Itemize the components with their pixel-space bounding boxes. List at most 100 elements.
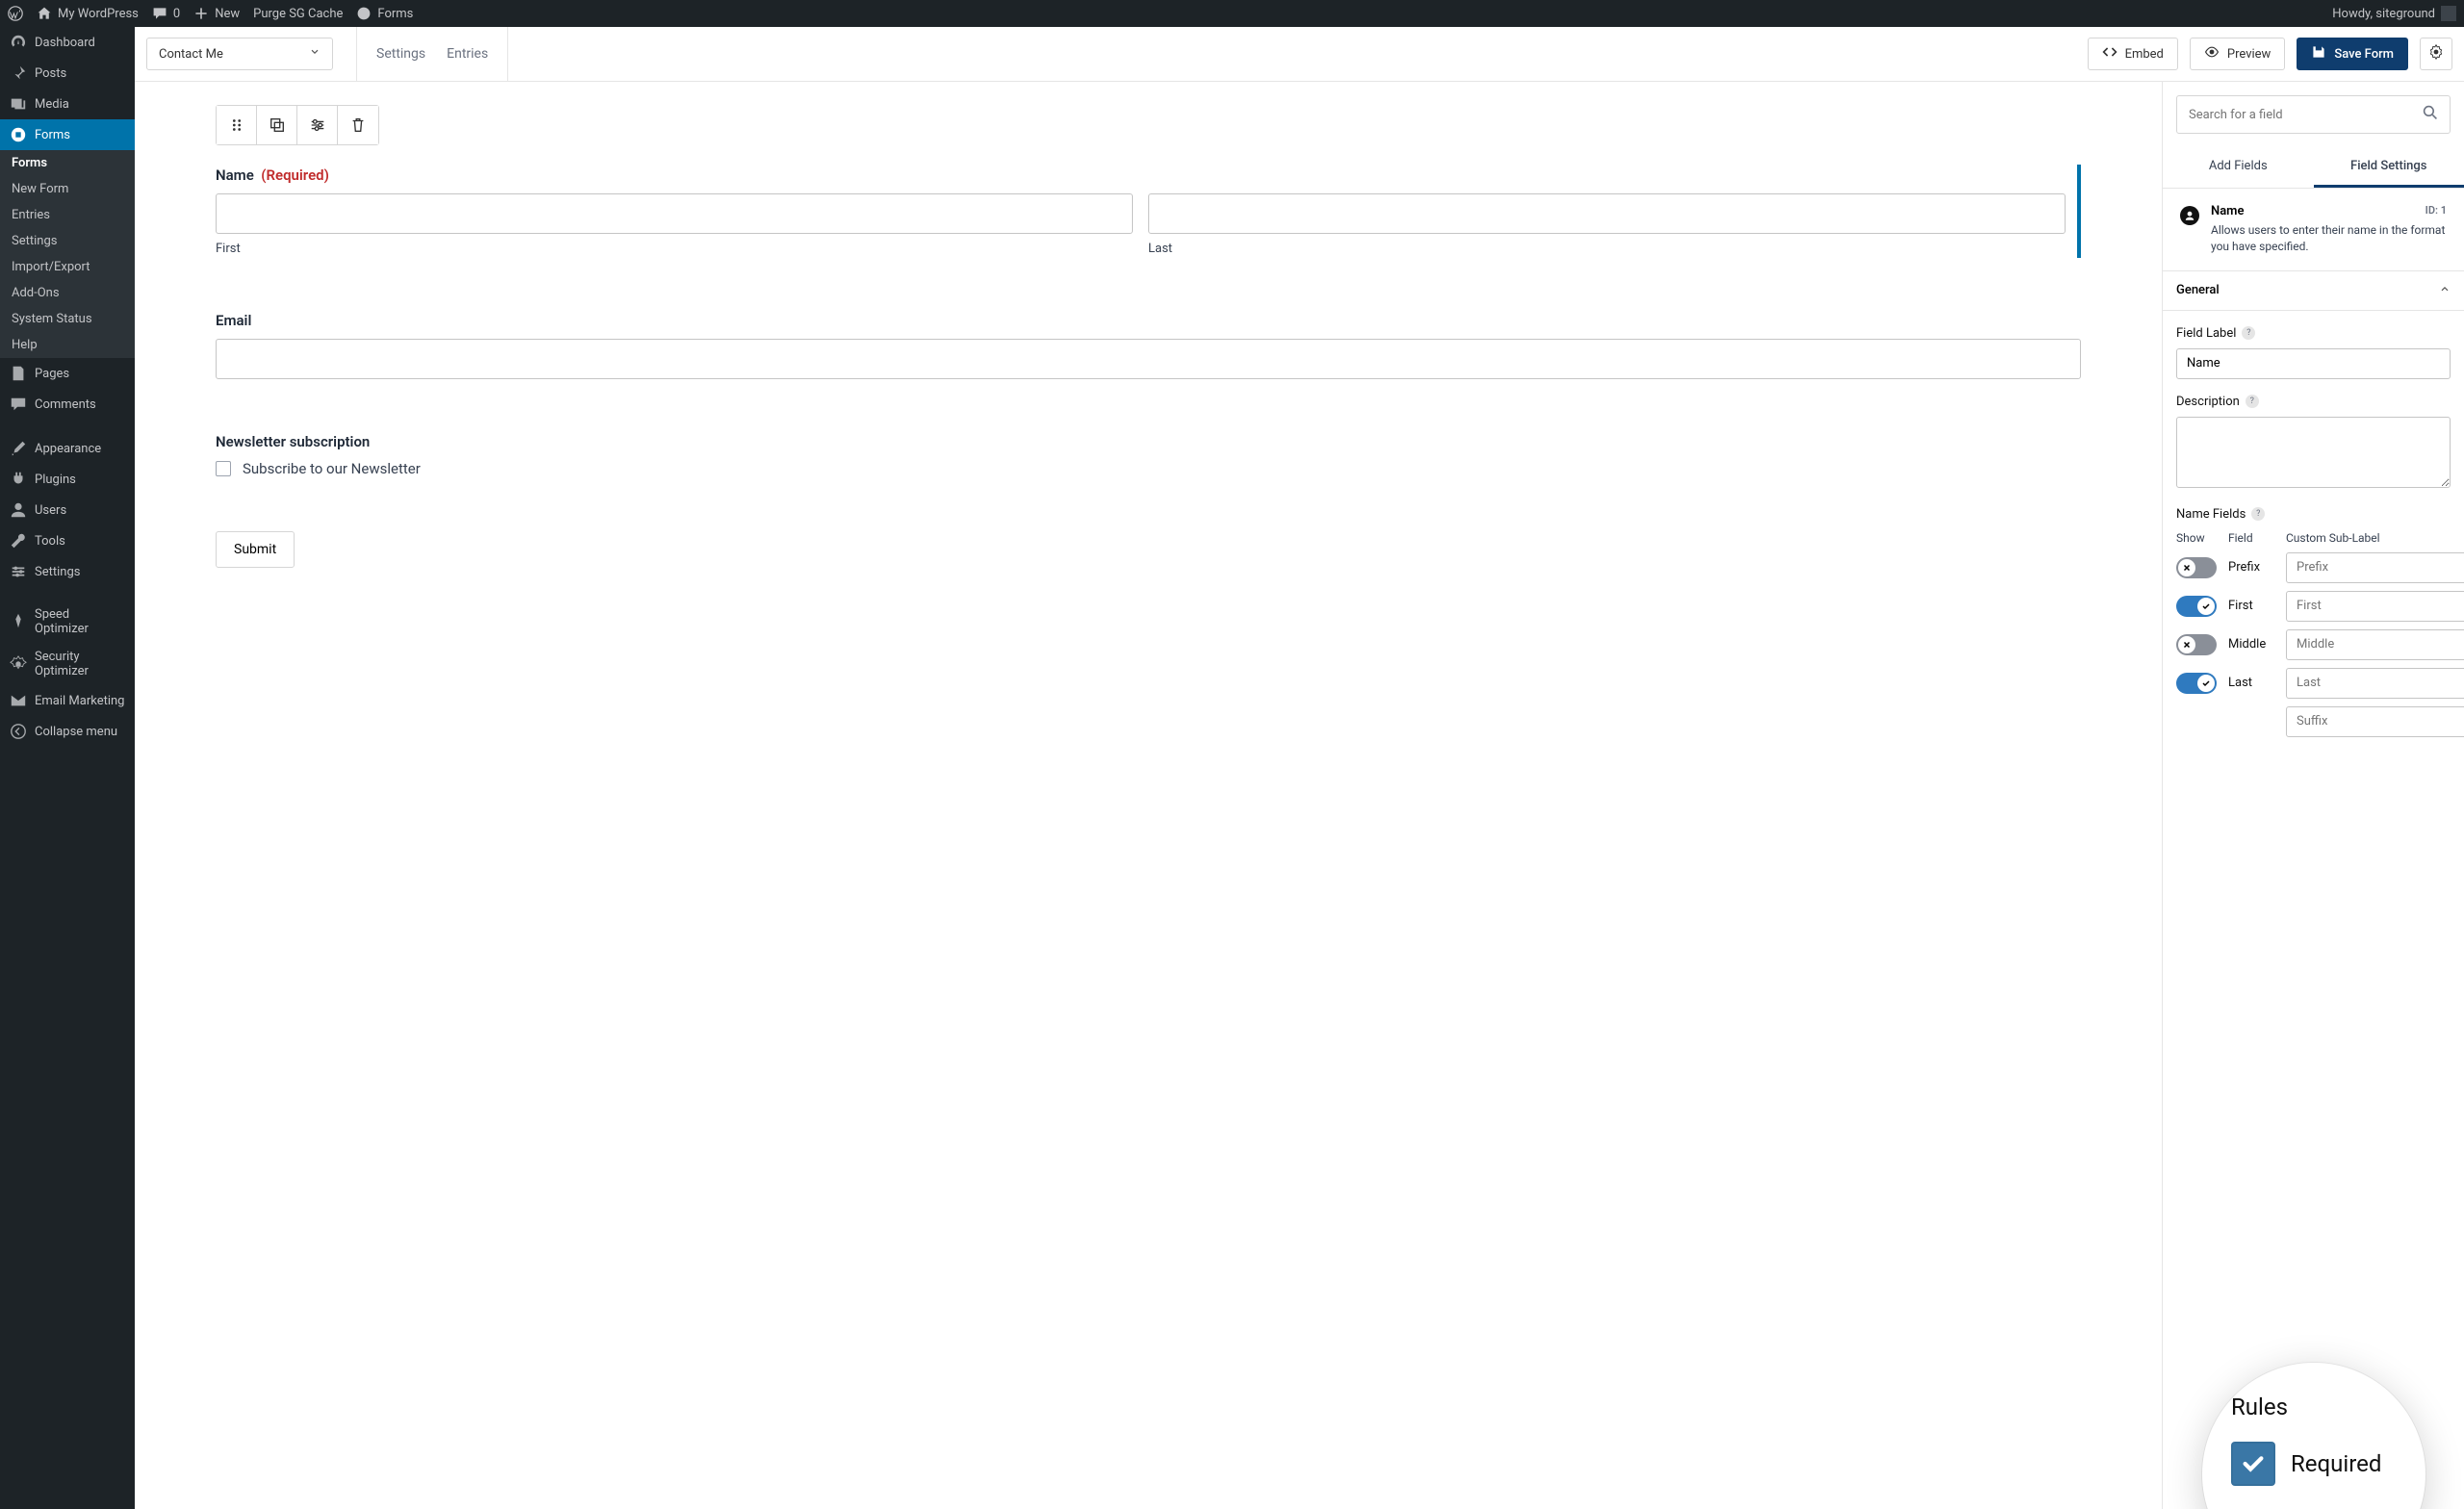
submenu-forms[interactable]: Forms	[0, 150, 135, 176]
media-icon	[10, 95, 27, 113]
settings-gear-button[interactable]	[2420, 38, 2452, 70]
help-icon[interactable]: ?	[2246, 395, 2259, 408]
brush-icon	[10, 440, 27, 457]
field-email[interactable]: Email	[216, 312, 2081, 379]
field-label-input[interactable]	[2176, 348, 2451, 379]
sliders-icon	[10, 563, 27, 580]
menu-settings[interactable]: Settings	[0, 556, 135, 587]
help-icon[interactable]: ?	[2242, 326, 2255, 340]
last-sublabel-input[interactable]	[2286, 668, 2464, 699]
menu-appearance[interactable]: Appearance	[0, 433, 135, 464]
drag-handle-button[interactable]	[217, 106, 257, 144]
submenu-system-status[interactable]: System Status	[0, 306, 135, 332]
comments-icon	[10, 396, 27, 413]
forms-link[interactable]: Forms	[356, 6, 413, 21]
menu-users[interactable]: Users	[0, 495, 135, 525]
rocket-icon	[10, 613, 27, 630]
help-icon[interactable]: ?	[2251, 507, 2265, 521]
last-name-input[interactable]	[1148, 193, 2066, 234]
wrench-icon	[10, 532, 27, 550]
collapse-icon	[10, 723, 27, 740]
field-newsletter[interactable]: Newsletter subscription Subscribe to our…	[216, 433, 2081, 477]
field-search-input[interactable]	[2189, 108, 2413, 122]
submenu-add-ons[interactable]: Add-Ons	[0, 280, 135, 306]
prefix-sublabel-input[interactable]	[2286, 552, 2464, 583]
menu-plugins[interactable]: Plugins	[0, 464, 135, 495]
site-name-link[interactable]: My WordPress	[37, 6, 139, 21]
field-settings-button[interactable]	[297, 106, 338, 144]
first-sublabel-input[interactable]	[2286, 591, 2464, 622]
gear-icon	[2428, 44, 2444, 64]
first-name-input[interactable]	[216, 193, 1133, 234]
field-id-badge: ID: 1	[2426, 204, 2447, 217]
menu-tools[interactable]: Tools	[0, 525, 135, 556]
field-search[interactable]	[2176, 95, 2451, 134]
submenu-entries[interactable]: Entries	[0, 202, 135, 228]
menu-dashboard[interactable]: Dashboard	[0, 27, 135, 58]
submit-button[interactable]: Submit	[216, 531, 295, 568]
admin-sidebar: Dashboard Posts Media Forms Forms New Fo…	[0, 27, 135, 1509]
middle-sublabel-input[interactable]	[2286, 629, 2464, 660]
main-content: Contact Me Settings Entries Embed Previe…	[135, 27, 2464, 1509]
newsletter-option[interactable]: Subscribe to our Newsletter	[216, 460, 2081, 477]
section-general[interactable]: General	[2163, 271, 2464, 311]
embed-button[interactable]: Embed	[2088, 38, 2178, 70]
home-icon	[37, 6, 52, 21]
toggle-middle[interactable]	[2176, 634, 2217, 655]
toggle-last[interactable]	[2176, 673, 2217, 694]
field-info-desc: Allows users to enter their name in the …	[2211, 222, 2447, 255]
menu-pages[interactable]: Pages	[0, 358, 135, 389]
toggle-first[interactable]	[2176, 596, 2217, 617]
menu-posts[interactable]: Posts	[0, 58, 135, 89]
tab-field-settings[interactable]: Field Settings	[2314, 147, 2464, 188]
email-input[interactable]	[216, 339, 2081, 379]
menu-email-marketing[interactable]: Email Marketing	[0, 685, 135, 716]
suffix-sublabel-input[interactable]	[2286, 706, 2464, 737]
field-name[interactable]: Name (Required) First Last	[216, 165, 2081, 258]
comment-count: 0	[173, 7, 180, 21]
menu-media[interactable]: Media	[0, 89, 135, 119]
name-field-label: Name	[216, 166, 254, 184]
toggle-prefix[interactable]	[2176, 557, 2217, 578]
search-icon	[2423, 105, 2438, 124]
code-icon	[2102, 44, 2118, 64]
admin-bar: My WordPress 0 New Purge SG Cache Forms …	[0, 0, 2464, 27]
preview-button[interactable]: Preview	[2190, 38, 2285, 70]
checkbox-icon	[216, 461, 231, 476]
menu-speed-optimizer[interactable]: Speed Optimizer	[0, 601, 135, 643]
new-link[interactable]: New	[193, 6, 240, 21]
menu-forms[interactable]: Forms	[0, 119, 135, 150]
menu-comments[interactable]: Comments	[0, 389, 135, 420]
comments-link[interactable]: 0	[152, 6, 180, 21]
wp-logo[interactable]	[8, 6, 23, 21]
duplicate-button[interactable]	[257, 106, 297, 144]
col-custom: Custom Sub-Label	[2286, 531, 2451, 545]
delete-button[interactable]	[338, 106, 378, 144]
tab-settings[interactable]: Settings	[376, 46, 425, 62]
submenu-settings[interactable]: Settings	[0, 228, 135, 254]
avatar	[2441, 6, 2456, 21]
tab-add-fields[interactable]: Add Fields	[2163, 147, 2314, 188]
tab-entries[interactable]: Entries	[447, 46, 488, 62]
person-icon	[2180, 206, 2199, 225]
description-input[interactable]	[2176, 417, 2451, 488]
name-fields-label: Name Fields	[2176, 507, 2246, 522]
col-field: Field	[2228, 531, 2280, 545]
field-toolbar	[216, 105, 379, 145]
last-sublabel: Last	[1148, 242, 2066, 256]
pin-icon	[10, 64, 27, 82]
submenu-help[interactable]: Help	[0, 332, 135, 358]
forms-menu-icon	[10, 126, 27, 143]
form-selector[interactable]: Contact Me	[146, 38, 333, 70]
submenu-new-form[interactable]: New Form	[0, 176, 135, 202]
collapse-menu[interactable]: Collapse menu	[0, 716, 135, 747]
submenu-import-export[interactable]: Import/Export	[0, 254, 135, 280]
field-label-label: Field Label	[2176, 326, 2236, 341]
save-form-button[interactable]: Save Form	[2297, 38, 2408, 70]
howdy-link[interactable]: Howdy, siteground	[2332, 6, 2456, 21]
row-prefix-label: Prefix	[2228, 560, 2280, 575]
required-checkbox[interactable]	[2231, 1442, 2275, 1486]
purge-cache-link[interactable]: Purge SG Cache	[253, 7, 343, 21]
editor-topbar: Contact Me Settings Entries Embed Previe…	[135, 27, 2464, 82]
menu-security-optimizer[interactable]: Security Optimizer	[0, 643, 135, 685]
